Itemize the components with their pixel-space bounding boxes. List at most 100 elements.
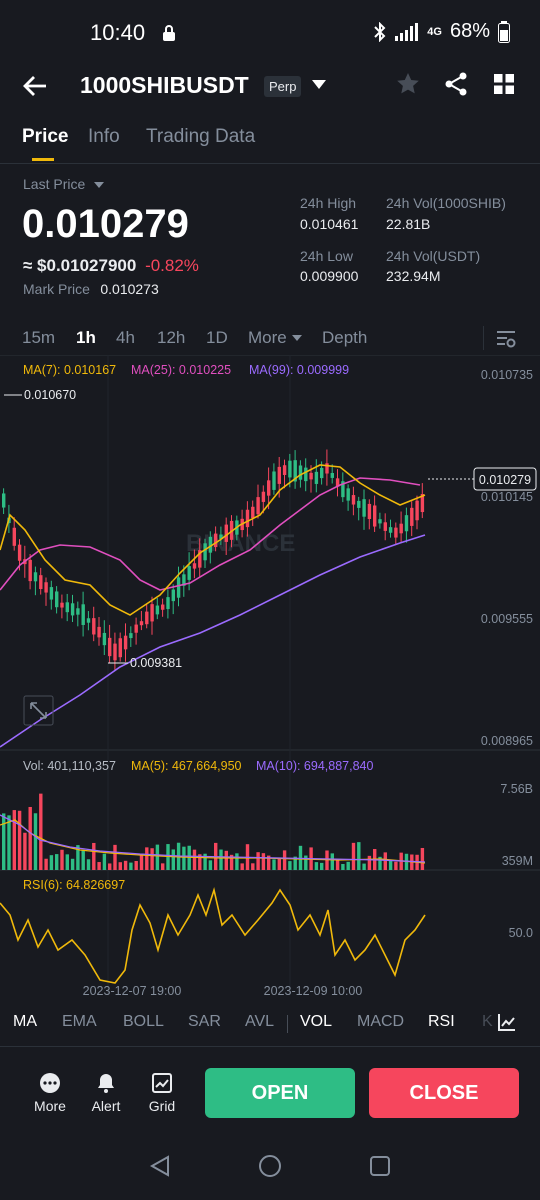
candle [113,643,117,661]
grid-trading-icon [152,1073,172,1093]
timeframe-more[interactable]: More [248,328,302,348]
candle [394,527,398,538]
volume-bar [357,842,361,870]
candle [102,632,107,646]
candle [176,577,181,598]
usd-price: ≈ $0.01027900 [23,256,137,275]
chart-settings-icon[interactable] [497,330,517,348]
candle [245,509,250,528]
bluetooth-icon [374,21,386,42]
candle [134,624,138,633]
candle [86,618,91,623]
volume-bar [192,849,197,870]
candle [166,597,170,610]
volume-bar [23,832,27,870]
candle [309,472,313,480]
candle [383,522,387,531]
chevron-down-icon [93,182,104,188]
mark-price-label: Mark Price [23,281,90,297]
timeframe-12h[interactable]: 12h [157,328,185,348]
volume-bar [129,862,133,870]
usd-price-row: ≈ $0.01027900 -0.82% [23,256,199,276]
nav-recents-icon[interactable] [368,1154,392,1178]
volume-bar [320,862,324,870]
indicator-ma[interactable]: MA [13,1013,37,1031]
favorite-star-icon[interactable] [396,72,420,96]
candle [65,602,69,613]
indicator-sar[interactable]: SAR [188,1013,221,1031]
candle [49,587,54,600]
close-button[interactable]: CLOSE [369,1068,519,1118]
tab-trading-data[interactable]: Trading Data [146,126,255,148]
candle [2,493,6,508]
current-price-tag: 0.010279 [473,467,537,491]
candle [129,633,133,639]
indicator-avl[interactable]: AVL [245,1013,274,1031]
volume-bar [235,853,239,870]
price-axis-label: 0.010735 [481,368,533,382]
grid-button[interactable]: Grid [142,1068,182,1116]
indicator-kdj[interactable]: K [482,1013,493,1031]
last-price-selector[interactable]: Last Price [23,176,104,194]
volume-bar [367,855,372,870]
low-value: 0.009900 [300,268,359,284]
indicator-macd[interactable]: MACD [357,1013,404,1031]
tab-price[interactable]: Price [22,126,68,148]
volume-bar [314,862,319,870]
timeframe-1h[interactable]: 1h [76,328,96,348]
volume-bar [394,861,398,870]
volume-bar [33,813,38,870]
candle [150,604,154,622]
tab-info[interactable]: Info [88,126,120,148]
timeframe-depth[interactable]: Depth [322,328,367,348]
candle [388,527,393,533]
volume-bar [256,852,260,870]
high-label: 24h High [300,195,357,211]
grid-menu-icon[interactable] [494,74,514,94]
volume-legend: Vol: 401,110,357 [23,759,116,773]
indicator-settings-icon[interactable] [497,1012,517,1032]
volume-bar [134,860,138,870]
back-arrow-icon[interactable] [22,72,48,100]
vol-base-value: 22.81B [386,216,431,232]
chevron-down-icon [291,335,302,342]
candle [304,467,308,482]
volume-bar [12,810,16,870]
symbol-title[interactable]: 1000SHIBUSDT [80,72,249,99]
more-button[interactable]: More [30,1068,70,1116]
candle [362,499,366,517]
candle [399,523,403,534]
indicator-rsi[interactable]: RSI [428,1013,455,1031]
timeframe-4h[interactable]: 4h [116,328,135,348]
svg-text:0.010670: 0.010670 [24,388,76,402]
open-button[interactable]: OPEN [205,1068,355,1118]
volume-bar [208,860,213,870]
price-chart[interactable]: BINANCE MA(7): 0.010167 MA(25): 0.010225… [0,355,540,1005]
ma99-line [0,534,426,748]
vol-ma10-legend: MA(10): 694,887,840 [256,759,373,773]
volume-bar [351,842,356,870]
high-value: 0.010461 [300,216,359,232]
candle [404,515,409,532]
candle [267,480,271,496]
nav-back-icon[interactable] [148,1154,172,1178]
candle [314,471,319,484]
share-icon[interactable] [444,72,468,96]
indicator-vol[interactable]: VOL [300,1013,332,1031]
indicator-boll[interactable]: BOLL [123,1013,164,1031]
vol-axis-top: 7.56B [500,782,533,796]
rsi-line [0,886,426,984]
volume-bar [341,863,345,870]
candle [373,505,377,527]
alert-button[interactable]: Alert [86,1068,126,1116]
candle [145,611,149,625]
indicator-ema[interactable]: EMA [62,1013,97,1031]
volume-bar [39,793,43,870]
nav-home-icon[interactable] [258,1154,282,1178]
volume-bar [17,810,22,870]
candle [288,460,292,478]
chevron-down-icon[interactable] [312,80,326,90]
timeframe-15m[interactable]: 15m [22,328,55,348]
timeframe-1d[interactable]: 1D [206,328,228,348]
volume-bar [335,859,340,870]
